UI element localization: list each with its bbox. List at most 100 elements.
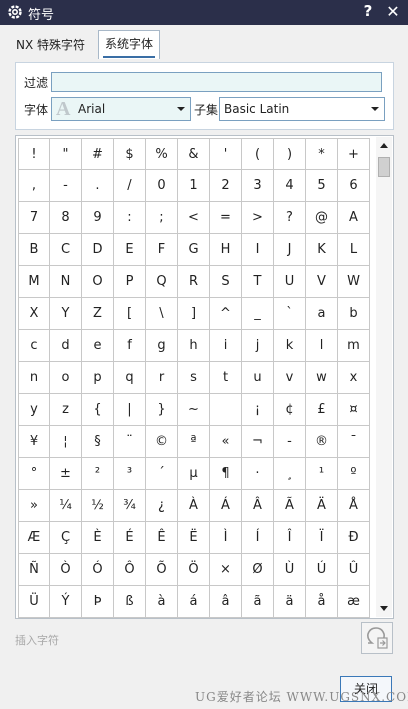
character-cell[interactable]: C bbox=[50, 234, 82, 266]
character-cell[interactable]: Í bbox=[242, 522, 274, 554]
character-cell[interactable]: w bbox=[306, 362, 338, 394]
character-cell[interactable]: ! bbox=[18, 138, 50, 170]
character-cell[interactable]: © bbox=[146, 426, 178, 458]
character-cell[interactable]: § bbox=[82, 426, 114, 458]
character-cell[interactable]: a bbox=[306, 298, 338, 330]
character-cell[interactable]: A bbox=[338, 202, 370, 234]
character-cell[interactable]: ³ bbox=[114, 458, 146, 490]
close-window-button[interactable]: ✕ bbox=[384, 2, 402, 22]
character-cell[interactable]: 5 bbox=[306, 170, 338, 202]
character-cell[interactable]: h bbox=[178, 330, 210, 362]
character-cell[interactable]: k bbox=[274, 330, 306, 362]
tab-nx-special-chars[interactable]: NX 特殊字符 bbox=[10, 33, 91, 57]
character-cell[interactable]: × bbox=[210, 554, 242, 586]
character-cell[interactable]: ) bbox=[274, 138, 306, 170]
character-cell[interactable]: } bbox=[146, 394, 178, 426]
character-cell[interactable]: : bbox=[114, 202, 146, 234]
character-cell[interactable]: ¸ bbox=[274, 458, 306, 490]
character-cell[interactable]: É bbox=[114, 522, 146, 554]
character-cell[interactable]: L bbox=[338, 234, 370, 266]
character-cell[interactable]: ª bbox=[178, 426, 210, 458]
character-cell[interactable]: { bbox=[82, 394, 114, 426]
character-cell[interactable]: [ bbox=[114, 298, 146, 330]
character-cell[interactable]: Þ bbox=[82, 586, 114, 618]
character-cell[interactable]: X bbox=[18, 298, 50, 330]
character-cell[interactable]: Æ bbox=[18, 522, 50, 554]
character-cell[interactable]: 0 bbox=[146, 170, 178, 202]
character-cell[interactable]: 7 bbox=[18, 202, 50, 234]
character-cell[interactable]: H bbox=[210, 234, 242, 266]
character-cell[interactable]: Ä bbox=[306, 490, 338, 522]
character-cell[interactable]: ^ bbox=[210, 298, 242, 330]
character-cell[interactable]: I bbox=[242, 234, 274, 266]
character-cell[interactable]: Ü bbox=[18, 586, 50, 618]
character-cell[interactable]: 9 bbox=[82, 202, 114, 234]
character-cell[interactable]: 8 bbox=[50, 202, 82, 234]
character-cell[interactable]: ¡ bbox=[242, 394, 274, 426]
character-cell[interactable]: Ú bbox=[306, 554, 338, 586]
character-cell[interactable]: ` bbox=[274, 298, 306, 330]
scroll-up-arrow-icon[interactable] bbox=[379, 141, 389, 149]
character-cell[interactable]: ; bbox=[146, 202, 178, 234]
character-cell[interactable]: * bbox=[306, 138, 338, 170]
character-cell[interactable]: E bbox=[114, 234, 146, 266]
character-cell[interactable]: Ô bbox=[114, 554, 146, 586]
character-cell[interactable]: 6 bbox=[338, 170, 370, 202]
character-cell[interactable]: s bbox=[178, 362, 210, 394]
character-cell[interactable]: ¶ bbox=[210, 458, 242, 490]
character-cell[interactable]: ~ bbox=[178, 394, 210, 426]
character-cell[interactable]: á bbox=[178, 586, 210, 618]
character-cell[interactable]: c bbox=[18, 330, 50, 362]
character-cell[interactable]: Õ bbox=[146, 554, 178, 586]
character-cell[interactable]: Ù bbox=[274, 554, 306, 586]
character-cell[interactable]: ¼ bbox=[50, 490, 82, 522]
character-cell[interactable]: = bbox=[210, 202, 242, 234]
character-cell[interactable]: à bbox=[146, 586, 178, 618]
character-cell[interactable]: ¯ bbox=[338, 426, 370, 458]
scroll-down-arrow-icon[interactable] bbox=[379, 605, 389, 613]
character-cell[interactable]: N bbox=[50, 266, 82, 298]
character-cell[interactable]: Y bbox=[50, 298, 82, 330]
character-cell[interactable]: ] bbox=[178, 298, 210, 330]
character-cell[interactable]: S bbox=[210, 266, 242, 298]
character-cell[interactable]: 3 bbox=[242, 170, 274, 202]
vertical-scrollbar[interactable] bbox=[376, 137, 392, 617]
character-cell[interactable]: v bbox=[274, 362, 306, 394]
character-cell[interactable]: z bbox=[50, 394, 82, 426]
character-cell[interactable]: 1 bbox=[178, 170, 210, 202]
character-cell[interactable]: ( bbox=[242, 138, 274, 170]
character-cell[interactable] bbox=[210, 394, 242, 426]
character-cell[interactable]: ½ bbox=[82, 490, 114, 522]
character-cell[interactable]: T bbox=[242, 266, 274, 298]
character-cell[interactable]: ¦ bbox=[50, 426, 82, 458]
character-cell[interactable]: Z bbox=[82, 298, 114, 330]
character-cell[interactable]: % bbox=[146, 138, 178, 170]
character-cell[interactable]: o bbox=[50, 362, 82, 394]
character-cell[interactable]: P bbox=[114, 266, 146, 298]
character-cell[interactable]: µ bbox=[178, 458, 210, 490]
character-cell[interactable]: Ï bbox=[306, 522, 338, 554]
character-cell[interactable]: | bbox=[114, 394, 146, 426]
character-cell[interactable]: Ê bbox=[146, 522, 178, 554]
character-cell[interactable]: ß bbox=[114, 586, 146, 618]
character-cell[interactable]: y bbox=[18, 394, 50, 426]
character-cell[interactable]: O bbox=[82, 266, 114, 298]
character-cell[interactable]: - bbox=[50, 170, 82, 202]
character-cell[interactable]: ä bbox=[274, 586, 306, 618]
character-cell[interactable]: J bbox=[274, 234, 306, 266]
character-cell[interactable]: p bbox=[82, 362, 114, 394]
character-cell[interactable]: - bbox=[274, 426, 306, 458]
character-cell[interactable]: b bbox=[338, 298, 370, 330]
character-cell[interactable]: # bbox=[82, 138, 114, 170]
character-cell[interactable]: ¾ bbox=[114, 490, 146, 522]
character-cell[interactable]: . bbox=[82, 170, 114, 202]
character-cell[interactable]: " bbox=[50, 138, 82, 170]
character-cell[interactable]: Q bbox=[146, 266, 178, 298]
character-cell[interactable]: q bbox=[114, 362, 146, 394]
character-cell[interactable]: ´ bbox=[146, 458, 178, 490]
character-cell[interactable]: Ã bbox=[274, 490, 306, 522]
character-cell[interactable]: º bbox=[338, 458, 370, 490]
character-cell[interactable]: & bbox=[178, 138, 210, 170]
character-cell[interactable]: ° bbox=[18, 458, 50, 490]
character-cell[interactable]: _ bbox=[242, 298, 274, 330]
